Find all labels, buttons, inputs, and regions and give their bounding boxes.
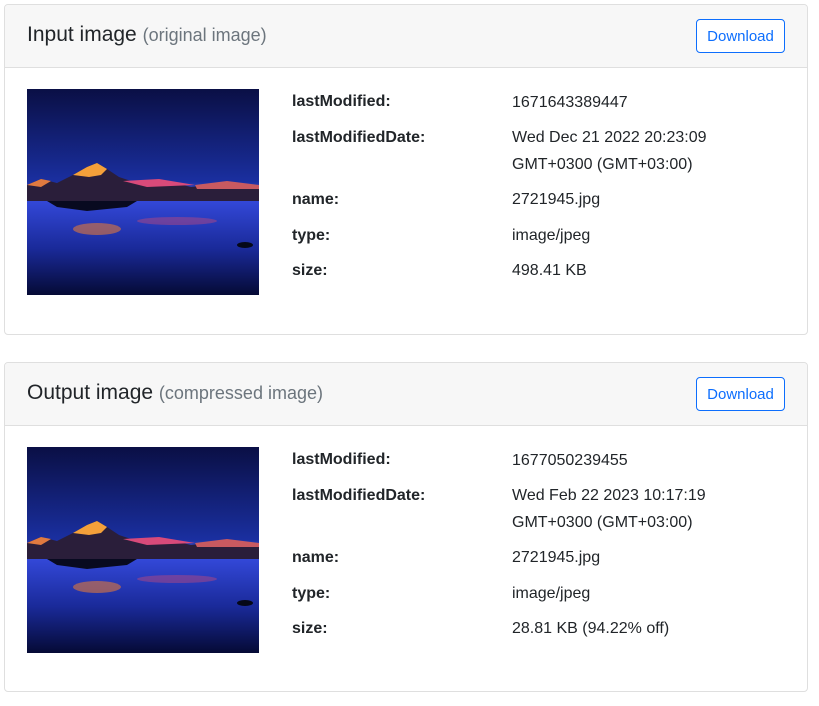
meta-key-size: size:: [292, 620, 328, 637]
meta-value-lastmodifieddate: Wed Feb 22 2023 10:17:19 GMT+0300 (GMT+0…: [512, 487, 706, 531]
input-image-card: Input image (original image) Download la…: [4, 4, 808, 335]
card-title-subtitle: (compressed image): [158, 383, 323, 403]
download-button[interactable]: Download: [696, 19, 785, 53]
meta-key-name: name:: [292, 549, 340, 566]
meta-key-lastmodifieddate: lastModifiedDate:: [292, 487, 426, 504]
meta-value-name: 2721945.jpg: [512, 549, 601, 566]
input-image-thumbnail: [27, 89, 259, 295]
meta-key-size: size:: [292, 262, 328, 279]
meta-value-lastmodified: 1671643389447: [512, 94, 628, 111]
meta-value-size: 28.81 KB (94.22% off): [512, 620, 670, 637]
download-button[interactable]: Download: [696, 377, 785, 411]
meta-key-name: name:: [292, 191, 340, 208]
card-header: Input image (original image) Download: [5, 5, 807, 68]
meta-key-lastmodified: lastModified:: [292, 93, 391, 110]
card-title: Input image (original image): [27, 23, 267, 47]
meta-value-size: 498.41 KB: [512, 262, 587, 279]
meta-key-lastmodifieddate: lastModifiedDate:: [292, 129, 426, 146]
card-header: Output image (compressed image) Download: [5, 363, 807, 426]
meta-value-type: image/jpeg: [512, 585, 591, 602]
card-title-main: Output image: [27, 381, 154, 404]
meta-key-lastmodified: lastModified:: [292, 451, 391, 468]
card-title: Output image (compressed image): [27, 381, 323, 405]
card-title-subtitle: (original image): [142, 25, 267, 45]
meta-value-type: image/jpeg: [512, 227, 591, 244]
meta-key-type: type:: [292, 585, 331, 602]
meta-value-name: 2721945.jpg: [512, 191, 601, 208]
meta-value-lastmodifieddate: Wed Dec 21 2022 20:23:09 GMT+0300 (GMT+0…: [512, 129, 707, 173]
meta-value-lastmodified: 1677050239455: [512, 452, 628, 469]
meta-key-type: type:: [292, 227, 331, 244]
output-image-thumbnail: [27, 447, 259, 653]
card-title-main: Input image: [27, 23, 137, 46]
output-image-card: Output image (compressed image) Download: [4, 362, 808, 692]
